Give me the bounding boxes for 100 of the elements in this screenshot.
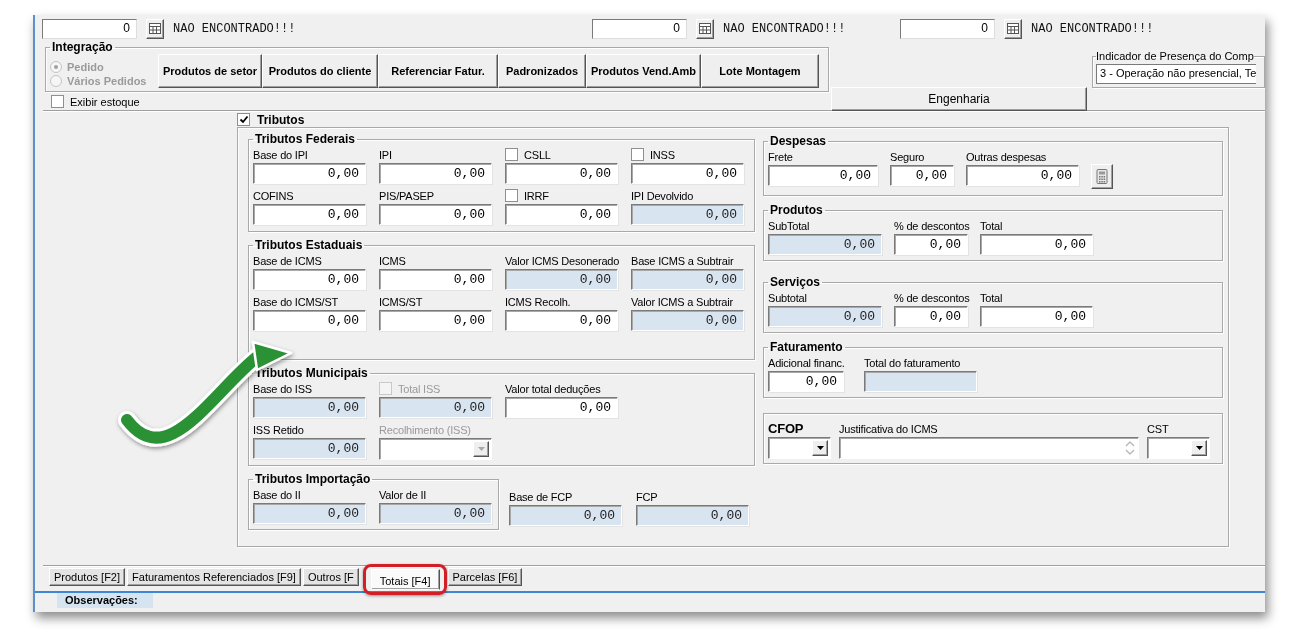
input-field[interactable]: 0,00 (631, 310, 744, 331)
input-field[interactable]: 0,00 (768, 234, 882, 255)
field-label: Total (980, 219, 1003, 232)
field-label: Base do II (253, 488, 301, 501)
input-field[interactable]: 0,00 (505, 310, 618, 331)
checkbox[interactable] (631, 148, 644, 161)
field-label: Adicional financ. (768, 356, 845, 369)
toolbar-button[interactable]: Produtos do cliente (262, 54, 378, 88)
field-label: SubTotal (768, 219, 810, 232)
input-field[interactable]: 0,00 (894, 234, 968, 255)
field-label: PIS/PASEP (379, 189, 434, 202)
toolbar-button[interactable]: Padronizados (498, 54, 586, 88)
field-label: Base de ICMS (253, 254, 322, 267)
input-field[interactable]: 0,00 (980, 234, 1093, 255)
radio-label: Vários Pedidos (67, 75, 147, 87)
input-field[interactable]: 0,00 (253, 503, 366, 524)
field-label: INSS (650, 148, 675, 161)
field-label: Base ICMS a Subtrair (631, 254, 734, 267)
field-label: Frete (768, 150, 793, 163)
input-field[interactable]: 0,00 (768, 371, 844, 392)
number-field[interactable]: 0 (592, 18, 687, 39)
section-label: Observações: (57, 593, 153, 608)
field-label: CST (1147, 422, 1169, 435)
input-field[interactable]: 0,00 (253, 310, 366, 331)
dropdown-arrow-icon (477, 447, 485, 451)
input-field[interactable]: 0,00 (253, 438, 366, 459)
field-label: IPI (379, 148, 392, 161)
group-title: Faturamento (769, 340, 844, 354)
status-text: NAO ENCONTRADO!!! (173, 21, 296, 36)
text-area[interactable] (839, 437, 1139, 459)
input-field[interactable]: 0,00 (980, 306, 1093, 327)
tab[interactable]: Totais [F4] (370, 569, 440, 590)
field-label: ISS Retido (253, 423, 304, 436)
status-text: NAO ENCONTRADO!!! (1031, 21, 1154, 36)
input-field[interactable]: 0,00 (505, 163, 618, 184)
engenharia-button[interactable]: Engenharia (831, 87, 1087, 111)
field-label: % de descontos (894, 291, 970, 304)
checkbox[interactable] (51, 95, 64, 108)
group-title: Serviços (769, 275, 822, 289)
toolbar-button[interactable]: Referenciar Fatur. (378, 54, 498, 88)
status-text: NAO ENCONTRADO!!! (723, 21, 846, 36)
dropdown-field[interactable] (1147, 437, 1210, 459)
lookup-button[interactable] (696, 18, 714, 39)
dropdown-arrow-icon (1195, 446, 1203, 450)
field-label: COFINS (253, 189, 294, 202)
input-field[interactable]: 0,00 (505, 397, 618, 418)
toolbar-button[interactable]: Produtos Vend.Amb (586, 54, 701, 88)
input-field[interactable]: 0,00 (636, 505, 749, 526)
input-field[interactable]: 0,00 (253, 204, 366, 225)
tab[interactable]: Produtos [F2] (49, 568, 126, 586)
input-field[interactable]: 0,00 (253, 163, 366, 184)
dropdown-field[interactable] (768, 437, 831, 459)
input-field[interactable]: 0,00 (505, 204, 618, 225)
input-field[interactable]: 0,00 (505, 269, 618, 290)
tab[interactable]: Outros [F (302, 568, 359, 586)
checkbox-label: Exibir estoque (70, 95, 140, 108)
input-field[interactable]: 0,00 (890, 165, 954, 186)
field-label: Total ISS (398, 382, 441, 395)
toolbar-button[interactable]: Produtos de setor (158, 54, 262, 88)
number-field[interactable]: 0 (900, 18, 995, 39)
input-field[interactable]: 0,00 (631, 269, 744, 290)
group-title: Despesas (769, 134, 828, 148)
input-field[interactable]: 0,00 (631, 163, 744, 184)
input-field[interactable]: 0,00 (894, 306, 968, 327)
field-label: IPI Devolvido (631, 189, 694, 202)
input-field[interactable]: 0,00 (379, 269, 492, 290)
field-label: Valor total deduções (505, 382, 601, 395)
table-icon (699, 23, 711, 34)
field-label: Base do ICMS/ST (253, 295, 339, 308)
number-field[interactable]: 0 (42, 18, 137, 39)
input-field[interactable]: 0,00 (379, 163, 492, 184)
dropdown-field[interactable]: 3 - Operação não presencial, Te (1096, 64, 1257, 84)
input-field[interactable]: 0,00 (253, 397, 366, 418)
input-field[interactable] (864, 371, 977, 392)
dropdown-arrow-icon (816, 446, 824, 450)
checkbox[interactable] (237, 113, 250, 126)
lookup-button[interactable] (1004, 18, 1022, 39)
field-label: Base de FCP (509, 490, 573, 503)
field-label: ICMS/ST (379, 295, 423, 308)
lookup-button[interactable] (146, 18, 164, 39)
input-field[interactable]: 0,00 (768, 165, 878, 186)
input-field[interactable]: 0,00 (379, 204, 492, 225)
tab[interactable]: Faturamentos Referenciados [F9] (127, 568, 301, 586)
input-field[interactable]: 0,00 (768, 306, 882, 327)
toolbar-button[interactable]: Lote Montagem (701, 54, 819, 88)
input-field[interactable]: 0,00 (631, 204, 744, 225)
calculator-button[interactable] (1091, 164, 1113, 189)
input-field[interactable]: 0,00 (253, 269, 366, 290)
checkbox[interactable] (505, 148, 518, 161)
input-field[interactable]: 0,00 (379, 503, 492, 524)
field-label: IRRF (524, 189, 549, 202)
field-label: Subtotal (768, 291, 807, 304)
input-field[interactable]: 0,00 (379, 310, 492, 331)
input-field[interactable]: 0,00 (966, 165, 1079, 186)
field-label: Seguro (890, 150, 925, 163)
radio-label: Pedido (67, 61, 104, 73)
field-label: ICMS Recolh. (505, 295, 571, 308)
checkbox[interactable] (505, 189, 518, 202)
tab[interactable]: Parcelas [F6] (447, 568, 523, 586)
input-field[interactable]: 0,00 (509, 505, 622, 526)
